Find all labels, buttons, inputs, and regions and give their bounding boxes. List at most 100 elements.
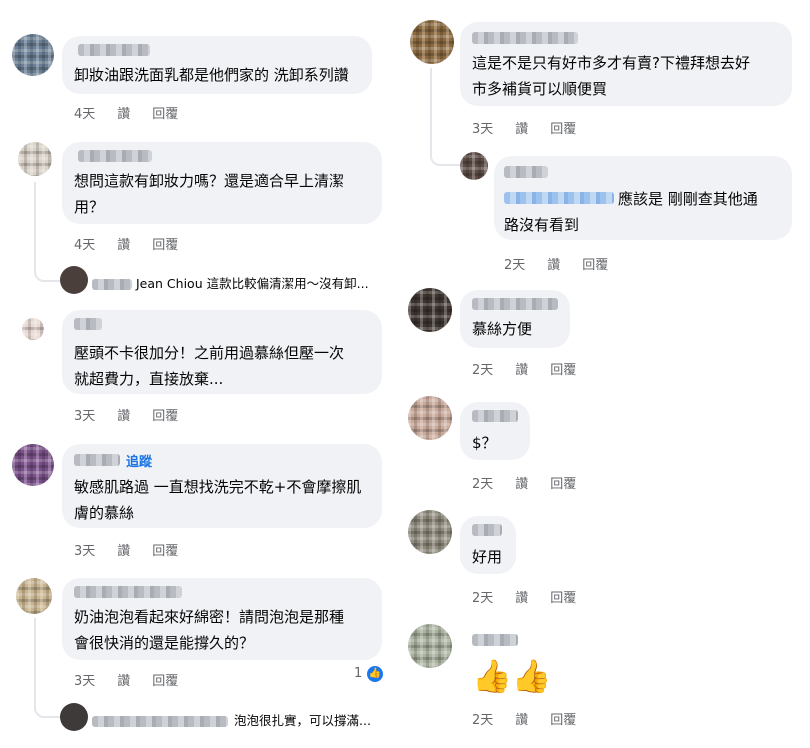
reply-author-blur bbox=[92, 716, 228, 727]
reply-preview-text: 泡泡很扎實，可以撐滿... bbox=[234, 713, 371, 728]
comment-time[interactable]: 4天 bbox=[74, 107, 95, 122]
comment-actions: 3天 讚 回覆 bbox=[74, 670, 200, 689]
reply-author-blur bbox=[92, 279, 132, 290]
comment-time[interactable]: 2天 bbox=[504, 258, 525, 273]
comment-time[interactable]: 3天 bbox=[472, 122, 493, 137]
avatar[interactable] bbox=[12, 34, 54, 76]
like-button[interactable]: 讚 bbox=[117, 409, 130, 424]
thread-line bbox=[34, 182, 60, 282]
commenter-name[interactable] bbox=[472, 32, 578, 44]
reply-button[interactable]: 回覆 bbox=[550, 591, 576, 606]
like-count[interactable]: 1 bbox=[354, 666, 362, 681]
comment-text-line: 就超費力，直接放棄... bbox=[74, 370, 224, 388]
comment-time[interactable]: 2天 bbox=[472, 591, 493, 606]
reply-button[interactable]: 回覆 bbox=[152, 107, 178, 122]
comment-text-line: 卸妝油跟洗面乳都是他們家的 洗卸系列讚 bbox=[74, 66, 349, 84]
avatar[interactable] bbox=[408, 288, 452, 332]
like-button[interactable]: 讚 bbox=[547, 258, 560, 273]
like-button[interactable]: 讚 bbox=[515, 363, 528, 378]
avatar[interactable] bbox=[408, 624, 452, 668]
comment-text: 奶油泡泡看起來好綿密！請問泡泡是那種 會很快消的還是能撐久的？ bbox=[74, 604, 344, 656]
commenter-name[interactable] bbox=[74, 586, 182, 598]
reply-button[interactable]: 回覆 bbox=[582, 258, 608, 273]
reply-avatar[interactable] bbox=[60, 266, 88, 294]
reply-preview[interactable]: Jean Chiou 這款比較偏清潔用～沒有卸... bbox=[92, 273, 382, 292]
like-button[interactable]: 讚 bbox=[515, 713, 528, 728]
comment-time[interactable]: 2天 bbox=[472, 477, 493, 492]
avatar[interactable] bbox=[12, 444, 54, 486]
reply-button[interactable]: 回覆 bbox=[152, 409, 178, 424]
like-button[interactable]: 讚 bbox=[515, 591, 528, 606]
like-button[interactable]: 讚 bbox=[117, 238, 130, 253]
comment-time[interactable]: 3天 bbox=[74, 409, 95, 424]
reply-avatar[interactable] bbox=[60, 703, 88, 731]
comment-time[interactable]: 2天 bbox=[472, 363, 493, 378]
comment-actions: 2天 讚 回覆 bbox=[472, 473, 598, 492]
thread-line bbox=[34, 618, 62, 718]
commenter-name[interactable] bbox=[74, 454, 120, 466]
comment-time[interactable]: 2天 bbox=[472, 713, 493, 728]
avatar[interactable] bbox=[18, 142, 52, 176]
avatar[interactable] bbox=[410, 20, 454, 64]
comment-actions: 3天 讚 回覆 bbox=[74, 540, 200, 559]
comment-time[interactable]: 3天 bbox=[74, 544, 95, 559]
like-button[interactable]: 讚 bbox=[117, 674, 130, 689]
comment-actions: 3天 讚 回覆 bbox=[472, 118, 598, 137]
comment-text-line: 好用 bbox=[472, 548, 503, 566]
reply-button[interactable]: 回覆 bbox=[152, 544, 178, 559]
comment-text-line: 慕絲方便 bbox=[472, 320, 533, 338]
comment-actions: 2天 讚 回覆 bbox=[472, 587, 598, 606]
commenter-name[interactable] bbox=[74, 318, 102, 330]
commenter-name[interactable] bbox=[78, 150, 152, 162]
commenter-name[interactable] bbox=[472, 410, 518, 422]
like-button[interactable]: 讚 bbox=[117, 107, 130, 122]
reply-button[interactable]: 回覆 bbox=[550, 477, 576, 492]
like-button[interactable]: 讚 bbox=[117, 544, 130, 559]
like-button[interactable]: 讚 bbox=[515, 477, 528, 492]
reply-button[interactable]: 回覆 bbox=[550, 713, 576, 728]
comment-actions: 4天 讚 回覆 bbox=[74, 234, 200, 253]
comment-text: 應該是 剛剛查其他通 路沒有看到 bbox=[504, 186, 758, 238]
comment-text: 想問這款有卸妝力嗎？還是適合早上清潔 用？ bbox=[74, 168, 344, 220]
avatar[interactable] bbox=[16, 578, 52, 614]
avatar[interactable] bbox=[460, 152, 488, 180]
follow-link[interactable]: 追蹤 bbox=[126, 451, 152, 470]
thumbs-up-emoji: 👍👍 bbox=[472, 657, 552, 695]
thumbs-up-icon[interactable]: 👍 bbox=[367, 666, 383, 682]
comment-time[interactable]: 4天 bbox=[74, 238, 95, 253]
avatar[interactable] bbox=[408, 396, 452, 440]
comment-text: 這是不是只有好市多才有賣?下禮拜想去好 市多補貨可以順便買 bbox=[472, 50, 750, 102]
commenter-name[interactable] bbox=[472, 298, 558, 310]
comment-text-line: 應該是 剛剛查其他通 bbox=[618, 190, 758, 208]
commenter-name[interactable] bbox=[78, 44, 150, 56]
comment-text-line: 奶油泡泡看起來好綿密！請問泡泡是那種 bbox=[74, 608, 345, 626]
commenter-name[interactable] bbox=[504, 166, 548, 178]
comment-text-line: 膚的慕絲 bbox=[74, 504, 135, 522]
commenter-name[interactable] bbox=[472, 634, 518, 646]
comment-text-line: $？ bbox=[472, 434, 497, 452]
reply-button[interactable]: 回覆 bbox=[550, 122, 576, 137]
reply-preview[interactable]: 泡泡很扎實，可以撐滿... bbox=[92, 710, 382, 729]
comment-text: 壓頭不卡很加分！之前用過慕絲但壓一次 就超費力，直接放棄... bbox=[74, 340, 344, 392]
avatar[interactable] bbox=[408, 510, 452, 554]
comment-text-line: 會很快消的還是能撐久的？ bbox=[74, 634, 255, 652]
like-button[interactable]: 讚 bbox=[515, 122, 528, 137]
comment-actions: 2天 讚 回覆 bbox=[504, 254, 630, 273]
comment-text-line: 敏感肌路過 一直想找洗完不乾+不會摩擦肌 bbox=[74, 478, 362, 496]
comment-text: 慕絲方便 bbox=[472, 316, 532, 342]
reply-button[interactable]: 回覆 bbox=[152, 674, 178, 689]
reply-button[interactable]: 回覆 bbox=[152, 238, 178, 253]
comment-text: 好用 bbox=[472, 544, 502, 570]
reply-button[interactable]: 回覆 bbox=[550, 363, 576, 378]
comment-text: 卸妝油跟洗面乳都是他們家的 洗卸系列讚 bbox=[74, 62, 349, 88]
comment-time[interactable]: 3天 bbox=[74, 674, 95, 689]
commenter-name[interactable] bbox=[472, 524, 502, 536]
comment-actions: 2天 讚 回覆 bbox=[472, 709, 598, 728]
reply-author-name: Jean Chiou bbox=[136, 276, 203, 291]
comment-text-line: 用？ bbox=[74, 198, 105, 216]
comment-text-line: 這是不是只有好市多才有賣?下禮拜想去好 bbox=[472, 54, 750, 72]
avatar[interactable] bbox=[22, 318, 44, 340]
comment-actions: 4天 讚 回覆 bbox=[74, 103, 200, 122]
column-divider bbox=[396, 0, 400, 748]
comment-text: $？ bbox=[472, 430, 497, 456]
